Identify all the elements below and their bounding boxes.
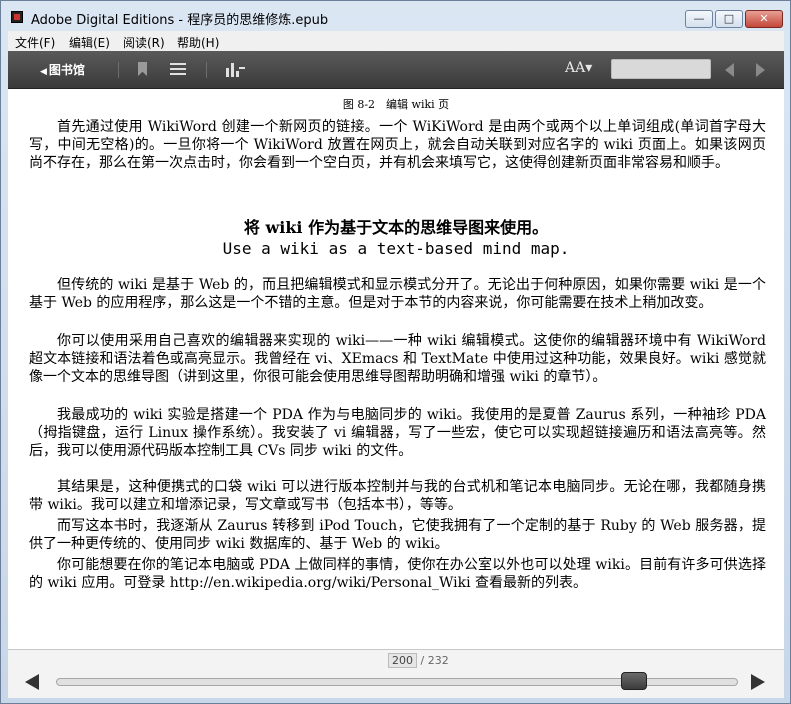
- total-pages: 232: [427, 654, 449, 667]
- toolbar-divider: [118, 62, 119, 78]
- prev-page-arrow-icon[interactable]: [25, 674, 39, 690]
- paragraph: 但传统的 wiki 是基于 Web 的，而且把编辑模式和显示模式分开了。无论出于…: [29, 277, 766, 311]
- paragraph: 而写这本书时，我逐渐从 Zaurus 转移到 iPod Touch，它使我拥有了…: [29, 518, 766, 552]
- app-window: Adobe Digital Editions - 程序员的思维修炼.epub —…: [0, 0, 791, 704]
- next-page-arrow-icon[interactable]: [751, 674, 765, 690]
- page-navigation-bar: 200 / 232: [8, 649, 784, 698]
- paragraph: 你可以使用采用自己喜欢的编辑器来实现的 wiki——一种 wiki 编辑模式。这…: [29, 333, 766, 385]
- paragraph: 首先通过使用 WikiWord 创建一个新网页的链接。一个 WiKiWord 是…: [29, 119, 766, 171]
- library-button[interactable]: ◀ 图书馆: [40, 61, 85, 78]
- next-arrow-icon[interactable]: [756, 63, 765, 77]
- page-indicator: 200 / 232: [388, 653, 449, 668]
- menu-help[interactable]: 帮助(H): [177, 34, 219, 51]
- menu-bar: 文件(F) 编辑(E) 阅读(R) 帮助(H): [8, 31, 784, 51]
- reading-pane: 图 8-2 编辑 wiki 页 首先通过使用 WikiWord 创建一个新网页的…: [8, 89, 784, 649]
- menu-read[interactable]: 阅读(R): [123, 34, 165, 51]
- current-page-field[interactable]: 200: [388, 653, 417, 668]
- bookmark-icon[interactable]: [138, 62, 147, 76]
- minimize-button[interactable]: —: [685, 10, 713, 28]
- maximize-button[interactable]: □: [715, 10, 743, 28]
- list-icon[interactable]: [170, 63, 186, 75]
- paragraph: 其结果是，这种便携式的口袋 wiki 可以进行版本控制并与我的台式机和笔记本电脑…: [29, 479, 766, 513]
- app-icon: [11, 11, 23, 23]
- page-separator: /: [417, 654, 428, 667]
- window-title: Adobe Digital Editions - 程序员的思维修炼.epub: [31, 13, 329, 28]
- search-field[interactable]: [611, 59, 711, 79]
- prev-arrow-icon[interactable]: [725, 63, 734, 77]
- figure-caption: 图 8-2 编辑 wiki 页: [342, 98, 450, 111]
- chart-icon[interactable]: [226, 61, 245, 77]
- quote-english: Use a wiki as a text-based mind map.: [222, 239, 570, 258]
- menu-file[interactable]: 文件(F): [15, 34, 55, 51]
- font-size-button[interactable]: AA▾: [565, 60, 592, 76]
- toolbar: ◀ 图书馆 AA▾: [8, 51, 784, 89]
- paragraph: 我最成功的 wiki 实验是搭建一个 PDA 作为与电脑同步的 wiki。我使用…: [29, 407, 766, 459]
- quote-chinese: 将 wiki 作为基于文本的思维导图来使用。: [243, 218, 549, 237]
- back-arrow-icon: ◀: [40, 67, 47, 77]
- title-bar: Adobe Digital Editions - 程序员的思维修炼.epub —…: [1, 1, 790, 31]
- toolbar-divider: [206, 62, 207, 78]
- page-slider-thumb[interactable]: [621, 672, 648, 690]
- paragraph: 你可能想要在你的笔记本电脑或 PDA 上做同样的事情，使你在办公室以外也可以处理…: [29, 557, 766, 591]
- menu-edit[interactable]: 编辑(E): [69, 34, 110, 51]
- library-label: 图书馆: [48, 63, 85, 77]
- close-button[interactable]: ✕: [745, 10, 783, 28]
